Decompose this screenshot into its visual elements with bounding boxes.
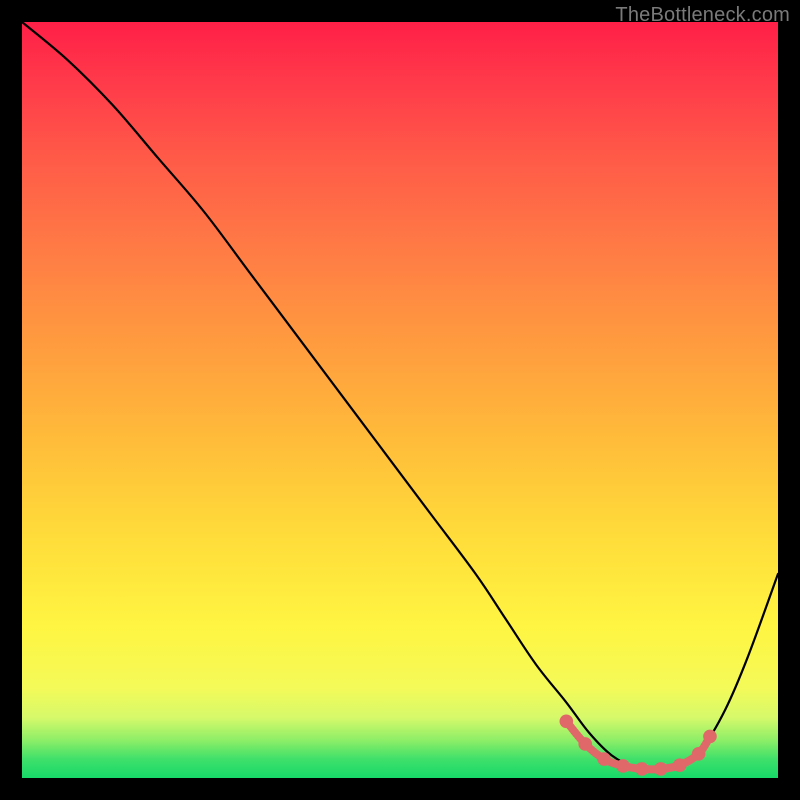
bottleneck-curve	[22, 22, 778, 770]
marker-dot	[616, 759, 630, 773]
marker-dot	[673, 758, 687, 772]
chart-svg	[22, 22, 778, 778]
plot-area	[22, 22, 778, 778]
marker-dot	[654, 762, 668, 776]
marker-dot	[578, 737, 592, 751]
marker-dot	[597, 752, 611, 766]
marker-dot	[635, 762, 649, 776]
marker-dot	[560, 714, 574, 728]
chart-stage: TheBottleneck.com	[0, 0, 800, 800]
marker-dot	[692, 747, 706, 761]
marker-dot	[703, 730, 717, 744]
watermark-text: TheBottleneck.com	[615, 4, 790, 27]
